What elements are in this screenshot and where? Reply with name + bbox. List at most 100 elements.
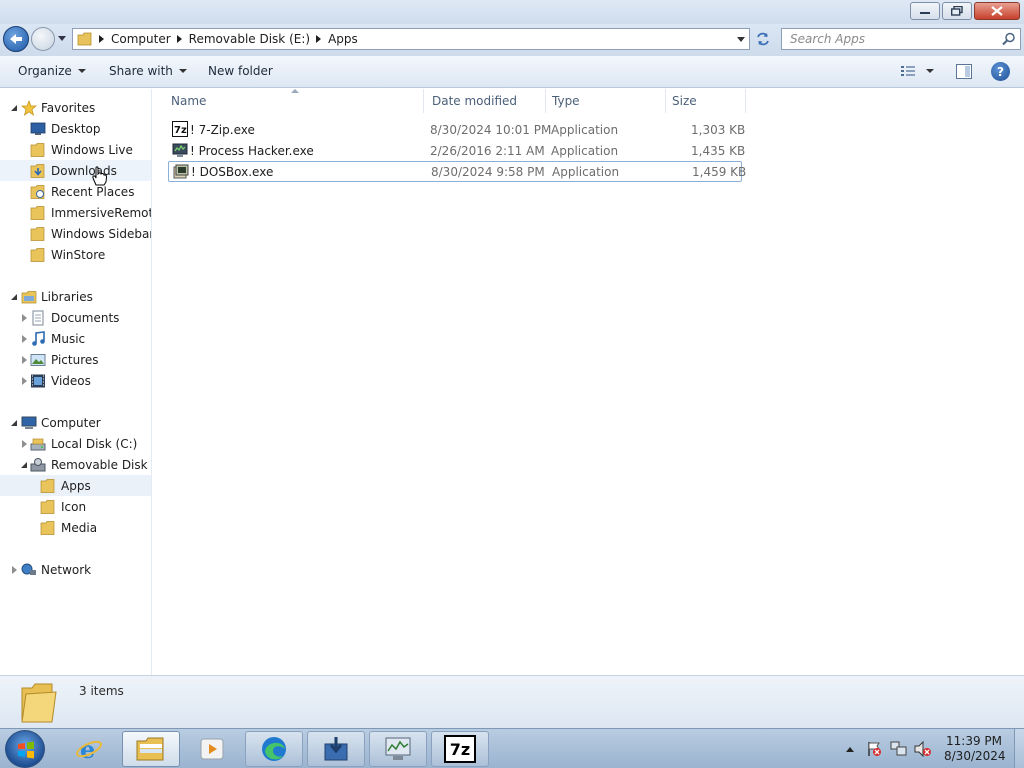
back-button[interactable] — [3, 26, 29, 52]
expand-arrow-icon[interactable] — [19, 439, 29, 449]
breadcrumb-removable-disk[interactable]: Removable Disk (E:) — [189, 32, 310, 46]
file-size: 1,303 KB — [691, 122, 746, 137]
nav-label: Libraries — [41, 289, 93, 304]
taskbar-internet-explorer[interactable]: e — [60, 731, 118, 767]
star-icon — [21, 99, 37, 116]
nav-windows-sidebar[interactable]: Windows Sidebar — [0, 223, 151, 244]
nav-removable-disk[interactable]: Removable Disk (E: — [0, 454, 151, 475]
breadcrumb-separator[interactable] — [316, 35, 322, 43]
minimize-button[interactable] — [910, 2, 940, 20]
new-folder-button[interactable]: New folder — [208, 64, 273, 78]
documents-icon — [32, 310, 44, 325]
nav-windows-live[interactable]: Windows Live — [0, 139, 151, 160]
clock[interactable]: 11:39 PM 8/30/2024 — [944, 734, 1006, 764]
file-list: Name Date modified Type Size 7z ! 7-Zip.… — [153, 89, 1024, 675]
taskbar-7zip[interactable]: 7z — [431, 731, 489, 767]
nav-downloads[interactable]: Downloads — [0, 160, 151, 181]
address-row: Computer Removable Disk (E:) Apps — [0, 24, 1024, 56]
nav-immersive-remote[interactable]: ImmersiveRemoteD — [0, 202, 151, 223]
taskbar-media-player[interactable] — [183, 731, 241, 767]
recent-pages-dropdown[interactable] — [57, 33, 67, 43]
expand-arrow-icon[interactable] — [19, 313, 29, 323]
nav-label: Pictures — [51, 352, 99, 367]
taskbar-process-hacker[interactable] — [369, 731, 427, 767]
nav-label: Videos — [51, 373, 91, 388]
clock-time: 11:39 PM — [946, 734, 1002, 748]
show-hidden-icons-icon[interactable] — [846, 746, 854, 752]
details-view-icon — [901, 66, 915, 76]
taskbar-explorer[interactable] — [122, 731, 180, 767]
expand-arrow-icon[interactable] — [19, 334, 29, 344]
nav-libraries[interactable]: Libraries — [0, 286, 151, 307]
search-icon[interactable] — [1002, 32, 1016, 46]
network-tray-icon[interactable] — [890, 741, 908, 757]
column-header-size[interactable]: Size — [666, 89, 746, 113]
expand-arrow-icon[interactable] — [9, 565, 19, 575]
help-icon: ? — [997, 64, 1004, 79]
breadcrumb-computer[interactable]: Computer — [111, 32, 171, 46]
7zip-icon: 7z — [444, 735, 476, 763]
nav-desktop[interactable]: Desktop — [0, 118, 151, 139]
nav-documents[interactable]: Documents — [0, 307, 151, 328]
nav-computer[interactable]: Computer — [0, 412, 151, 433]
breadcrumb-apps[interactable]: Apps — [328, 32, 358, 46]
music-note-icon — [32, 330, 45, 346]
preview-pane-button[interactable] — [956, 64, 972, 82]
nav-local-disk[interactable]: Local Disk (C:) — [0, 433, 151, 454]
show-desktop-button[interactable] — [1014, 729, 1024, 768]
help-button[interactable]: ? — [991, 62, 1010, 81]
file-row[interactable]: ! Process Hacker.exe 2/26/2016 2:11 AM A… — [168, 140, 745, 161]
computer-icon — [21, 416, 37, 429]
action-center-flag-icon[interactable] — [866, 741, 882, 757]
column-header-name[interactable]: Name — [153, 89, 424, 113]
nav-recent-places[interactable]: Recent Places — [0, 181, 151, 202]
file-date: 2/26/2016 2:11 AM — [430, 143, 545, 158]
address-history-dropdown[interactable] — [737, 37, 745, 42]
expand-arrow-icon[interactable] — [19, 355, 29, 365]
nav-media[interactable]: Media — [0, 517, 151, 538]
recent-places-icon — [30, 184, 45, 199]
expand-arrow-icon[interactable] — [9, 418, 19, 428]
navigation-pane: Favorites Desktop Windows Live Downloads… — [0, 89, 152, 675]
expand-arrow-icon[interactable] — [19, 376, 29, 386]
refresh-button[interactable] — [752, 29, 774, 49]
nav-music[interactable]: Music — [0, 328, 151, 349]
process-hacker-icon — [385, 737, 411, 760]
nav-apps[interactable]: Apps — [0, 475, 151, 496]
column-label: Size — [672, 94, 697, 108]
address-bar[interactable]: Computer Removable Disk (E:) Apps — [72, 28, 750, 50]
search-input[interactable] — [782, 29, 982, 49]
start-button[interactable] — [5, 730, 45, 768]
7zip-icon: 7z — [172, 121, 188, 137]
change-view-button[interactable] — [900, 64, 934, 78]
forward-button[interactable] — [31, 27, 55, 51]
organize-menu[interactable]: Organize — [18, 64, 86, 78]
search-box[interactable] — [781, 28, 1021, 50]
network-icon — [21, 563, 36, 575]
nav-network[interactable]: Network — [0, 559, 151, 580]
file-row-selected[interactable]: ! DOSBox.exe 8/30/2024 9:58 PM Applicati… — [168, 161, 746, 182]
file-row[interactable]: 7z ! 7-Zip.exe 8/30/2024 10:01 PM Applic… — [168, 119, 746, 140]
nav-videos[interactable]: Videos — [0, 370, 151, 391]
removable-disk-icon — [30, 457, 46, 471]
file-name: ! 7-Zip.exe — [190, 122, 255, 137]
column-header-type[interactable]: Type — [546, 89, 666, 113]
expand-arrow-icon[interactable] — [19, 460, 29, 470]
column-header-date[interactable]: Date modified — [426, 89, 546, 113]
nav-pictures[interactable]: Pictures — [0, 349, 151, 370]
taskbar-installer[interactable] — [307, 731, 365, 767]
file-type: Application — [551, 122, 619, 137]
restore-button[interactable] — [942, 2, 972, 20]
nav-favorites[interactable]: Favorites — [0, 97, 151, 118]
share-with-menu[interactable]: Share with — [109, 64, 187, 78]
breadcrumb-separator[interactable] — [99, 35, 104, 43]
expand-arrow-icon[interactable] — [9, 103, 19, 113]
breadcrumb-separator[interactable] — [176, 35, 182, 43]
close-button[interactable] — [974, 2, 1020, 20]
taskbar-edge[interactable] — [245, 731, 303, 767]
nav-icon-folder[interactable]: Icon — [0, 496, 151, 517]
pictures-icon — [30, 353, 46, 366]
nav-winstore[interactable]: WinStore — [0, 244, 151, 265]
expand-arrow-icon[interactable] — [9, 292, 19, 302]
volume-muted-icon[interactable] — [914, 741, 932, 757]
